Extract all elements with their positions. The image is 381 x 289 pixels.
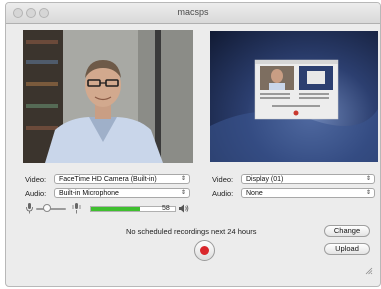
audio-level-value: 58	[162, 205, 170, 212]
display-image	[210, 59, 378, 162]
chevron-updown-icon: ⇕	[180, 176, 186, 182]
display-video-label: Video:	[212, 175, 234, 184]
display-source-value: Display (01)	[246, 176, 284, 183]
display-source-select[interactable]: Display (01) ⇕	[241, 174, 375, 184]
microphone-loud-icon	[72, 203, 81, 214]
audio-level-fill	[91, 207, 140, 211]
app-window: macsps Video: FaceTime HD Camera (Built-…	[5, 2, 381, 287]
display-audio-select[interactable]: None ⇕	[241, 188, 375, 198]
camera-preview	[23, 30, 193, 163]
title-bar: macsps	[6, 3, 380, 24]
video-source-select[interactable]: FaceTime HD Camera (Built-in) ⇕	[54, 174, 190, 184]
record-button[interactable]	[194, 240, 215, 261]
speaker-icon[interactable]	[179, 204, 189, 213]
change-button[interactable]: Change	[324, 225, 370, 237]
upload-button[interactable]: Upload	[324, 243, 370, 255]
display-preview	[210, 31, 378, 162]
video-source-value: FaceTime HD Camera (Built-in)	[59, 176, 157, 183]
chevron-updown-icon: ⇕	[180, 190, 186, 196]
chevron-updown-icon: ⇕	[365, 190, 371, 196]
display-audio-value: None	[246, 190, 263, 197]
record-icon	[200, 246, 209, 255]
schedule-status: No scheduled recordings next 24 hours	[126, 227, 257, 236]
camera-image	[23, 30, 193, 163]
volume-slider-knob[interactable]	[42, 204, 51, 212]
audio-source-select[interactable]: Built-in Microphone ⇕	[54, 188, 190, 198]
video-label: Video:	[25, 175, 47, 184]
audio-source-value: Built-in Microphone	[59, 190, 119, 197]
microphone-icon	[26, 203, 33, 214]
input-volume-slider[interactable]	[36, 204, 66, 212]
chevron-updown-icon: ⇕	[365, 176, 371, 182]
display-audio-label: Audio:	[212, 189, 234, 198]
audio-label: Audio:	[25, 189, 47, 198]
window-title: macsps	[177, 7, 209, 17]
resize-grip-icon[interactable]	[365, 267, 373, 275]
